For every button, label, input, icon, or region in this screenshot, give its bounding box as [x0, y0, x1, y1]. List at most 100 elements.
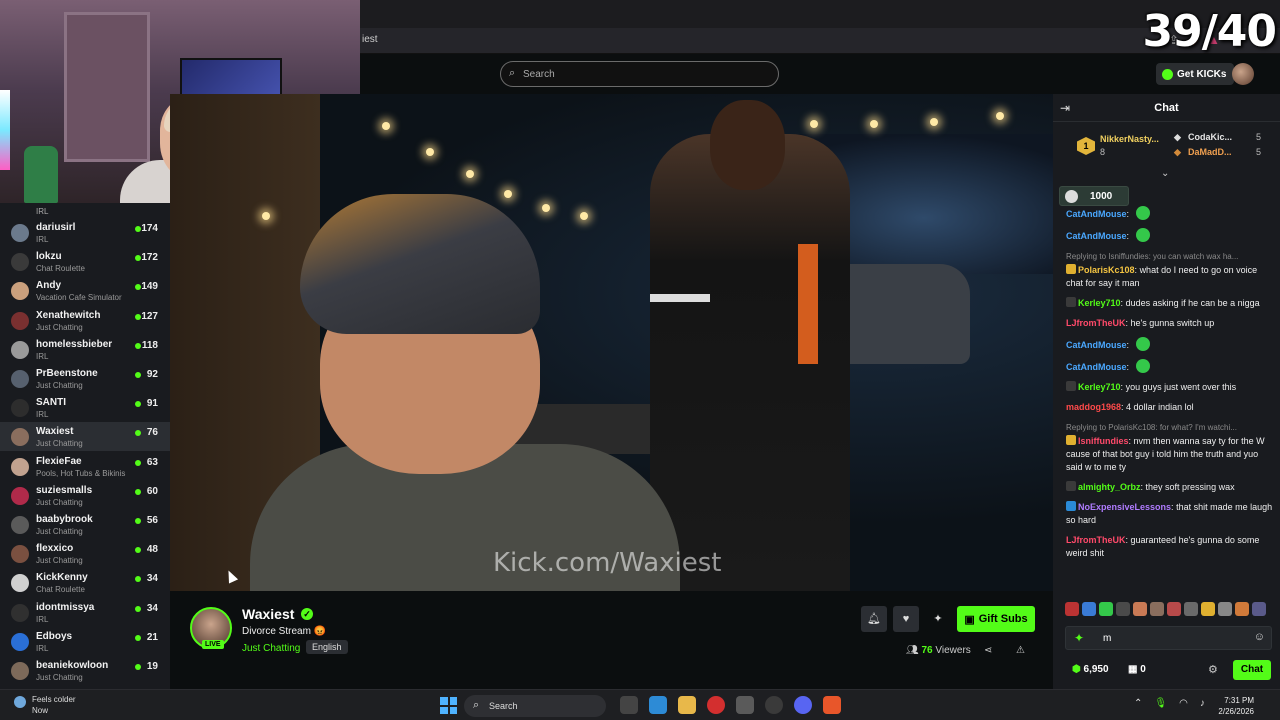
sidebar-item-santi[interactable]: SANTI IRL 91: [0, 393, 170, 422]
chat-message: CatAndMouse:: [1066, 206, 1274, 221]
chat-username[interactable]: CatAndMouse: [1066, 209, 1127, 219]
emote-icon[interactable]: [1133, 602, 1147, 616]
system-tray: ⌃ 🎙︎ ◠ ♪: [1134, 698, 1205, 709]
clip-button[interactable]: ✦: [925, 606, 951, 632]
sidebar-item-waxiest[interactable]: Waxiest Just Chatting 76: [0, 422, 170, 452]
gift-subs-button[interactable]: ▣ Gift Subs: [957, 606, 1035, 632]
emote-icon[interactable]: [1150, 602, 1164, 616]
chat-username[interactable]: Kerley710: [1078, 382, 1121, 392]
emoji-picker-icon[interactable]: ☺: [1254, 631, 1265, 643]
crates[interactable]: ▦ 0: [1128, 664, 1146, 675]
discord-icon[interactable]: [794, 696, 812, 714]
sidebar-item-kickkenny[interactable]: KickKenny Chat Roulette 34: [0, 568, 170, 597]
task-view-icon[interactable]: [620, 696, 638, 714]
emote-icon[interactable]: [1184, 602, 1198, 616]
live-dot-icon: [135, 518, 141, 524]
avatar: [11, 224, 29, 242]
chat-message: maddog1968: 4 dollar indian lol: [1066, 401, 1274, 414]
emote-icon[interactable]: [1201, 602, 1215, 616]
chat-username[interactable]: PolarisKc108: [1078, 265, 1135, 275]
chat-goal[interactable]: 1000: [1059, 186, 1129, 206]
system-clock[interactable]: 7:31 PM 2/26/2026: [1212, 695, 1254, 717]
sidebar-item-xenathewitch[interactable]: Xenathewitch Just Chatting 127: [0, 306, 170, 335]
chevron-up-icon[interactable]: ⌃: [1134, 698, 1142, 709]
user-badge-icon: [1066, 435, 1076, 445]
sidebar-item-dariusirl[interactable]: dariusirl IRL 174: [0, 218, 170, 247]
leaderboard-third-count: 5: [1256, 147, 1262, 157]
chat-username[interactable]: LJfromTheUK: [1066, 318, 1126, 328]
sidebar-item-homelessbieber[interactable]: homelessbieber IRL 118: [0, 335, 170, 364]
leaderboard-second-name[interactable]: CodaKic...: [1188, 132, 1232, 142]
microphone-icon[interactable]: 🎙︎: [1154, 698, 1167, 709]
stream-title: Divorce Stream 😡: [242, 626, 327, 637]
channel-points[interactable]: ⬢ 6,950: [1072, 664, 1109, 675]
sidebar-item-idontmissya[interactable]: idontmissya IRL 34: [0, 598, 170, 627]
emote-icon[interactable]: [1235, 602, 1249, 616]
chat-username[interactable]: CatAndMouse: [1066, 362, 1127, 372]
emote-icon[interactable]: [1065, 602, 1079, 616]
file-explorer-icon[interactable]: [678, 696, 696, 714]
sidebar-item-flexiefae[interactable]: FlexieFae Pools, Hot Tubs & Bikinis 63: [0, 452, 170, 481]
sidebar-item-edboys[interactable]: Edboys IRL 21: [0, 627, 170, 656]
chat-input-value[interactable]: m: [1103, 633, 1111, 644]
emote-icon[interactable]: [1218, 602, 1232, 616]
send-chat-button[interactable]: Chat: [1233, 660, 1271, 680]
emote-icon[interactable]: [1116, 602, 1130, 616]
share-icon[interactable]: ⋖: [984, 645, 992, 656]
chat-input[interactable]: ✦ m ☺: [1065, 626, 1272, 650]
leaderboard-first-name[interactable]: NikkerNasty...: [1100, 134, 1159, 144]
leaderboard-collapse-icon[interactable]: ⌄: [1161, 168, 1169, 179]
sidebar-item-baabybrook[interactable]: baabybrook Just Chatting 56: [0, 510, 170, 539]
sidebar-item-lokzu[interactable]: lokzu Chat Roulette 172: [0, 247, 170, 276]
stream-category-link[interactable]: Just Chatting: [242, 643, 300, 654]
leaderboard-third-icon: ◆: [1174, 147, 1181, 157]
follow-button[interactable]: ♥: [893, 606, 919, 632]
app-icon[interactable]: [765, 696, 783, 714]
chat-username[interactable]: Kerley710: [1078, 298, 1121, 308]
search-input[interactable]: ⌕ Search: [500, 61, 779, 87]
chat-username[interactable]: NoExpensiveLessons: [1078, 502, 1171, 512]
sidebar-item-beaniekowloon[interactable]: beaniekowloon Just Chatting 19: [0, 656, 170, 685]
chat-username[interactable]: CatAndMouse: [1066, 231, 1127, 241]
sidebar-item-name: dariusirl: [36, 222, 76, 233]
report-icon[interactable]: ⚠: [1016, 645, 1025, 656]
taskbar-search[interactable]: ⌕ Search: [464, 695, 606, 717]
chat-text: dudes asking if he can be a nigga: [1125, 298, 1260, 308]
chat-username[interactable]: LJfromTheUK: [1066, 535, 1126, 545]
address-text[interactable]: iest: [362, 34, 378, 45]
get-kicks-button[interactable]: Get KICKs: [1156, 63, 1235, 85]
volume-icon[interactable]: ♪: [1200, 698, 1205, 709]
chat-username[interactable]: CatAndMouse: [1066, 340, 1127, 350]
weather-icon: [14, 696, 26, 708]
notifications-button[interactable]: 🔔︎: [861, 606, 887, 632]
avatar: [11, 603, 29, 622]
user-avatar[interactable]: [1232, 63, 1254, 85]
sidebar-item-flexxico[interactable]: flexxico Just Chatting 48: [0, 539, 170, 568]
sidebar-item-suziesmalls[interactable]: suziesmalls Just Chatting 60: [0, 481, 170, 510]
wifi-icon[interactable]: ◠: [1179, 698, 1188, 709]
chat-username[interactable]: Isniffundies: [1078, 436, 1129, 446]
brave-icon[interactable]: [823, 696, 841, 714]
store-icon[interactable]: [736, 696, 754, 714]
weather-widget[interactable]: Feels colder Now: [14, 694, 76, 716]
leaderboard-second-count: 5: [1256, 132, 1262, 142]
video-player[interactable]: Kick.com/Waxiest: [170, 94, 1053, 591]
emote-icon[interactable]: [1167, 602, 1181, 616]
emote-icon[interactable]: [1099, 602, 1113, 616]
chat-username[interactable]: almighty_Orbz: [1078, 482, 1141, 492]
sidebar-item-viewers: 34: [146, 602, 158, 614]
channel-name[interactable]: Waxiest: [242, 606, 294, 622]
taskbar-apps: [620, 696, 841, 714]
start-button[interactable]: [440, 697, 457, 714]
sidebar-item-andy[interactable]: Andy Vacation Cafe Simulator 149: [0, 276, 170, 305]
leaderboard-third-name[interactable]: DaMadD...: [1188, 147, 1232, 157]
language-tag[interactable]: English: [306, 640, 348, 654]
chat-username[interactable]: maddog1968: [1066, 402, 1121, 412]
opera-icon[interactable]: [707, 696, 725, 714]
gear-icon[interactable]: ⚙: [1208, 663, 1218, 676]
overlay-counter: 39/40: [1142, 6, 1277, 57]
copilot-icon[interactable]: [649, 696, 667, 714]
sidebar-item-prbeenstone[interactable]: PrBeenstone Just Chatting 92: [0, 364, 170, 393]
emote-icon[interactable]: [1082, 602, 1096, 616]
emote-icon[interactable]: [1252, 602, 1266, 616]
